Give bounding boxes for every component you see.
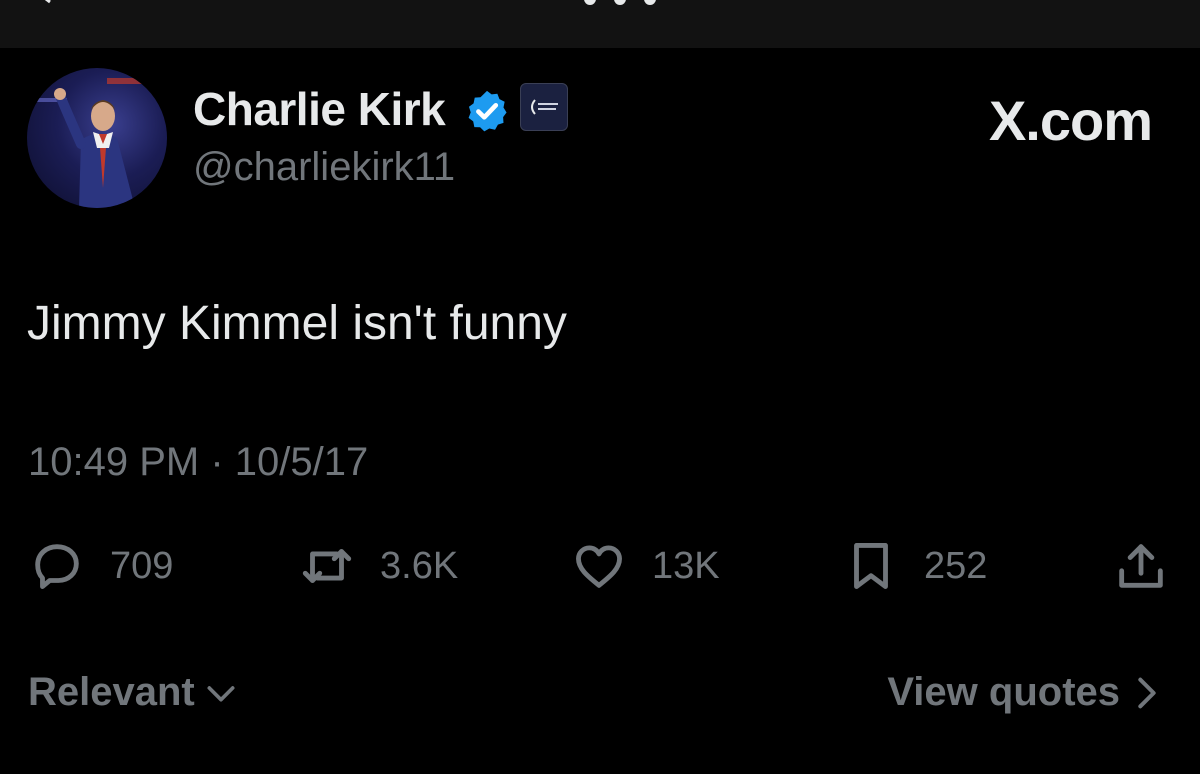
share-icon	[1119, 544, 1163, 588]
bookmark-icon	[854, 543, 888, 589]
sort-label: Relevant	[28, 670, 195, 714]
reply-button[interactable]: 709	[28, 538, 173, 594]
bookmark-button[interactable]: 252	[842, 538, 987, 594]
author-display-name[interactable]: Charlie Kirk	[193, 82, 446, 136]
sort-replies-dropdown[interactable]: Relevant	[28, 670, 241, 715]
share-button[interactable]	[1112, 538, 1170, 594]
like-button[interactable]: 13K	[570, 538, 720, 594]
chevron-right-icon	[1138, 677, 1156, 708]
chevron-down-icon	[207, 685, 235, 701]
back-arrow-icon[interactable]	[36, 0, 56, 6]
reply-count: 709	[110, 544, 174, 587]
repost-icon	[302, 549, 352, 583]
brand-watermark: X.com	[988, 89, 1153, 152]
repost-button[interactable]: 3.6K	[298, 538, 458, 594]
view-quotes-link[interactable]: View quotes	[887, 670, 1162, 715]
avatar-image	[37, 78, 157, 208]
repost-count: 3.6K	[380, 544, 459, 587]
avatar[interactable]	[27, 68, 167, 208]
turning-point-logo-icon	[531, 99, 558, 115]
affiliate-badge[interactable]	[520, 83, 568, 131]
like-icon	[576, 545, 622, 588]
author-handle[interactable]: @charliekirk11	[193, 145, 455, 190]
more-options-icon[interactable]	[575, 0, 665, 6]
post-timestamp[interactable]: 10:49 PM · 10/5/17	[28, 440, 368, 485]
view-quotes-label: View quotes	[887, 670, 1120, 714]
verified-badge-icon[interactable]	[464, 88, 510, 134]
reply-icon	[35, 544, 79, 589]
bookmark-count: 252	[924, 544, 988, 587]
like-count: 13K	[652, 544, 720, 587]
post-text: Jimmy Kimmel isn't funny	[27, 297, 567, 350]
top-bar	[0, 0, 1200, 48]
